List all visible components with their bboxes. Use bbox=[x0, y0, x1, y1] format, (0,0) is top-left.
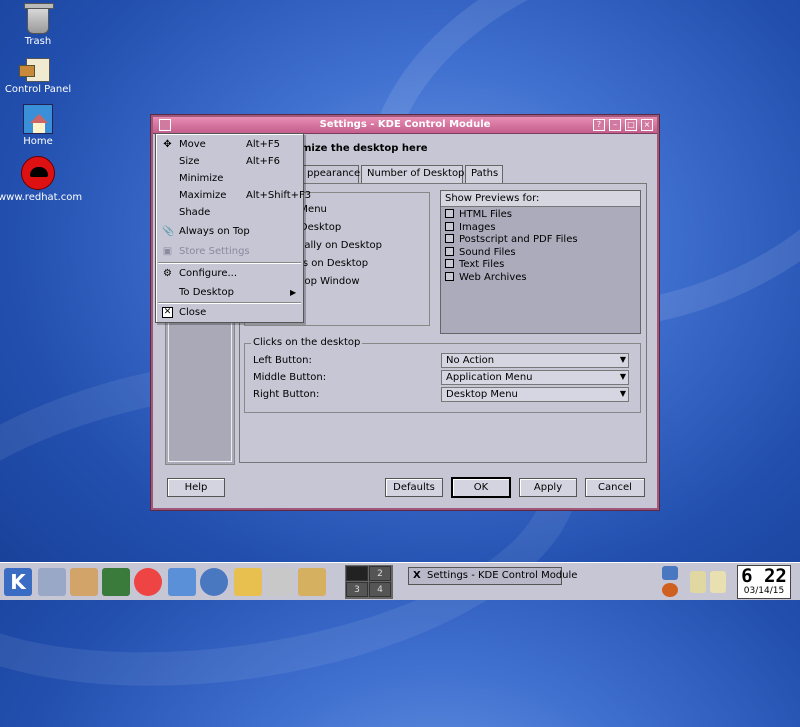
desktop-icon-label: Control Panel bbox=[4, 84, 72, 95]
preview-checkbox[interactable]: Web Archives bbox=[441, 271, 640, 285]
clock-date: 03/14/15 bbox=[743, 586, 785, 596]
pin-icon: 📎 bbox=[162, 226, 175, 237]
checkbox-icon bbox=[445, 221, 454, 231]
x-app-icon: X bbox=[413, 570, 421, 581]
clock-time: 6 22 bbox=[741, 565, 787, 587]
pager-desktop-4[interactable]: 4 bbox=[369, 582, 391, 597]
task-button-label: Settings - KDE Control Module bbox=[427, 570, 578, 581]
show-previews-list: Show Previews for: HTML Files Images Pos… bbox=[440, 190, 641, 334]
checkbox-icon bbox=[445, 259, 454, 268]
move-icon: ✥ bbox=[163, 139, 172, 150]
notes-icon[interactable] bbox=[710, 571, 726, 593]
clock[interactable]: 6 22 03/14/15 bbox=[737, 565, 791, 599]
pager-desktop-2[interactable]: 2 bbox=[369, 566, 391, 581]
tab-appearance[interactable]: ppearance bbox=[301, 165, 360, 184]
menu-item-to-desktop[interactable]: To Desktop ▶ bbox=[156, 284, 303, 301]
window-titlebar[interactable]: Settings - KDE Control Module ? – □ × bbox=[153, 117, 657, 134]
pager-desktop-1[interactable]: 1 bbox=[346, 566, 368, 581]
menu-item-always-on-top[interactable]: 📎 Always on Top bbox=[156, 223, 303, 240]
checkbox-icon bbox=[445, 234, 454, 243]
redhat-icon bbox=[21, 156, 55, 190]
submenu-arrow-icon: ▶ bbox=[290, 288, 297, 297]
desktop-icon-home[interactable]: Home bbox=[0, 104, 78, 147]
desktop-icon-label: www.redhat.com bbox=[0, 192, 83, 203]
preview-checkbox[interactable]: Text Files bbox=[441, 259, 640, 272]
left-button-select[interactable]: No Action ▼ bbox=[441, 353, 629, 368]
preview-checkbox[interactable]: Images bbox=[441, 221, 640, 235]
preview-checkbox[interactable]: HTML Files bbox=[441, 209, 640, 222]
menu-item-configure[interactable]: ⚙ Configure... bbox=[156, 265, 303, 282]
checkbox-icon bbox=[445, 246, 454, 256]
apply-button[interactable]: Apply bbox=[519, 478, 577, 497]
save-icon: ▣ bbox=[162, 246, 173, 257]
chevron-down-icon: ▼ bbox=[619, 372, 626, 381]
window-title: Settings - KDE Control Module bbox=[319, 119, 491, 130]
desktop-pager: 1 2 3 4 bbox=[345, 565, 393, 599]
lifebuoy-icon[interactable] bbox=[134, 568, 162, 596]
trash-icon bbox=[24, 3, 54, 34]
home-folder-icon[interactable] bbox=[168, 568, 196, 596]
module-header: mize the desktop here bbox=[301, 143, 428, 154]
browser-globe-icon[interactable] bbox=[200, 568, 228, 596]
right-button-select[interactable]: Desktop Menu ▼ bbox=[441, 387, 629, 402]
middle-button-label: Middle Button: bbox=[253, 372, 327, 383]
pager-desktop-3[interactable]: 3 bbox=[346, 582, 368, 597]
control-panel-icon bbox=[19, 58, 50, 82]
ok-button[interactable]: OK bbox=[451, 477, 511, 498]
desktop-icon-label: Home bbox=[23, 136, 53, 147]
help-button[interactable]: Help bbox=[167, 478, 225, 497]
chevron-down-icon: ▼ bbox=[619, 355, 626, 364]
clicks-group-title: Clicks on the desktop bbox=[251, 337, 363, 348]
menu-item-minimize[interactable]: Minimize bbox=[156, 170, 303, 187]
task-button-settings[interactable]: X Settings - KDE Control Module bbox=[408, 567, 577, 585]
menu-item-size[interactable]: Size Alt+F6 bbox=[156, 153, 303, 170]
preview-checkbox[interactable]: Sound Files bbox=[441, 246, 640, 260]
minimize-icon[interactable]: – bbox=[609, 119, 621, 131]
file-manager-icon[interactable] bbox=[38, 568, 66, 596]
tab-number-of-desktops[interactable]: Number of Desktops bbox=[361, 165, 470, 183]
menu-item-move[interactable]: ✥ Move Alt+F5 bbox=[156, 136, 303, 153]
menu-item-store-settings: ▣ Store Settings bbox=[162, 246, 250, 257]
close-icon: ✕ bbox=[162, 307, 173, 318]
defaults-button[interactable]: Defaults bbox=[385, 478, 443, 497]
configure-icon: ⚙ bbox=[163, 268, 172, 279]
chevron-down-icon: ▼ bbox=[619, 389, 626, 398]
editor-icon[interactable] bbox=[298, 568, 326, 596]
maximize-icon[interactable]: □ bbox=[625, 119, 637, 131]
checkbox-icon bbox=[445, 271, 454, 281]
logout-icon[interactable] bbox=[662, 583, 678, 597]
clipboard-icon[interactable] bbox=[690, 571, 706, 593]
desktop-icon-control-panel[interactable]: Control Panel bbox=[0, 58, 78, 95]
preview-checkbox[interactable]: Postscript and PDF Files bbox=[441, 234, 640, 247]
tab-paths[interactable]: Paths bbox=[465, 165, 503, 183]
left-button-label: Left Button: bbox=[253, 355, 312, 366]
menu-item-close[interactable]: ✕ Close bbox=[156, 304, 303, 321]
menu-item-maximize[interactable]: Maximize Alt+Shift+F3 bbox=[156, 187, 311, 204]
close-icon[interactable]: × bbox=[641, 119, 653, 131]
window-operations-menu: ✥ Move Alt+F5 Size Alt+F6 Minimize Maximiz… bbox=[155, 133, 311, 323]
right-button-label: Right Button: bbox=[253, 389, 320, 400]
mail-icon[interactable] bbox=[234, 568, 262, 596]
menu-item-shade[interactable]: Shade bbox=[156, 204, 303, 221]
desktop-icon-trash[interactable]: Trash bbox=[0, 3, 78, 47]
lock-icon[interactable] bbox=[662, 566, 678, 580]
desktop-icon-redhat[interactable]: www.redhat.com bbox=[0, 156, 83, 203]
taskbar: K 1 2 3 4 X Settings - KDE Control Modul… bbox=[0, 562, 800, 600]
cancel-button[interactable]: Cancel bbox=[585, 478, 645, 497]
show-previews-header: Show Previews for: bbox=[441, 191, 640, 207]
help-question-icon[interactable]: ? bbox=[593, 119, 605, 131]
terminal-icon[interactable] bbox=[102, 568, 130, 596]
menu-separator bbox=[158, 262, 301, 264]
desktop-icon-label: Trash bbox=[24, 36, 52, 47]
help-hand-icon[interactable] bbox=[70, 568, 98, 596]
documents-icon[interactable] bbox=[266, 568, 294, 596]
home-icon bbox=[23, 104, 53, 134]
middle-button-select[interactable]: Application Menu ▼ bbox=[441, 370, 629, 385]
clicks-group: Clicks on the desktop Left Button: No Ac… bbox=[244, 337, 641, 413]
checkbox-icon bbox=[445, 209, 454, 218]
kde-menu-icon[interactable]: K bbox=[4, 568, 32, 596]
